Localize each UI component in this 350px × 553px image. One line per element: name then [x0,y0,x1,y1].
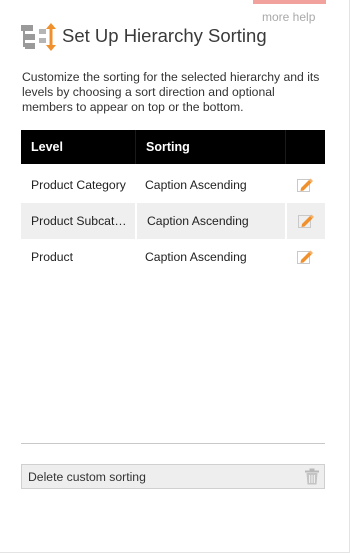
column-header-actions [285,130,325,164]
table-row[interactable]: Product Subcategory Caption Ascending [21,203,325,239]
edit-icon [297,214,314,228]
edit-icon [296,250,313,264]
top-accent-bar [253,0,326,4]
sorting-grid: Level Sorting Product Category Caption A… [21,130,325,275]
row-level-cell: Product Subcategory [21,203,135,239]
table-row[interactable]: Product Category Caption Ascending [21,167,325,203]
row-level-label: Product Category [31,178,126,192]
page-title: Set Up Hierarchy Sorting [62,25,267,46]
more-help-link[interactable]: more help [262,10,315,24]
delete-custom-sorting-label: Delete custom sorting [28,469,146,484]
edit-row-button[interactable] [285,167,325,203]
table-row[interactable]: Product Caption Ascending [21,239,325,275]
row-level-cell: Product Category [21,167,135,203]
row-sorting-cell: Caption Ascending [145,250,247,264]
grid-header-row: Level Sorting [21,130,325,164]
divider [21,443,325,444]
hierarchy-sort-icon [21,23,56,51]
trash-icon [305,468,319,485]
delete-custom-sorting-button[interactable]: Delete custom sorting [21,464,325,489]
row-level-cell: Product [21,239,135,275]
row-level-label: Product Subcategory [31,214,127,228]
description-text: Customize the sorting for the selected h… [22,70,320,114]
row-level-label: Product [31,250,74,264]
column-header-level[interactable]: Level [21,140,135,154]
column-header-sorting[interactable]: Sorting [135,130,285,164]
edit-row-button[interactable] [285,203,325,239]
row-sorting-cell: Caption Ascending [135,203,285,239]
edit-row-button[interactable] [285,239,325,275]
edit-icon [296,178,313,192]
row-sorting-cell: Caption Ascending [145,178,247,192]
